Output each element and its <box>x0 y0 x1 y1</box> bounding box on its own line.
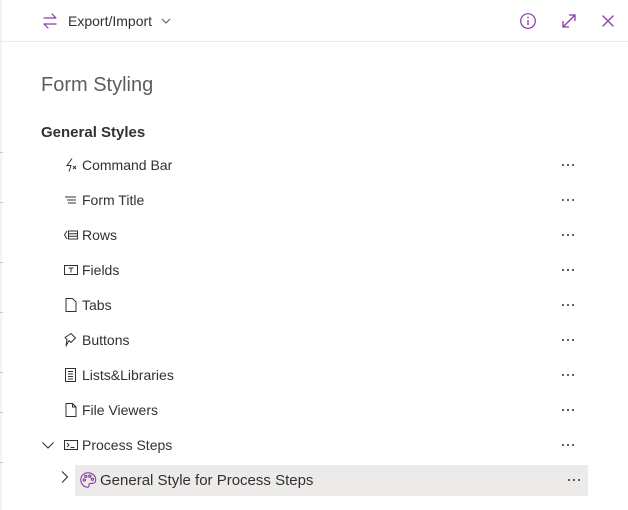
chevron-right-icon[interactable] <box>58 470 70 484</box>
file-icon <box>65 403 77 417</box>
style-item-label: Process Steps <box>82 437 173 453</box>
more-options-button[interactable] <box>556 153 580 177</box>
style-item-form-title[interactable]: Form Title <box>41 185 588 215</box>
style-item-buttons[interactable]: Buttons <box>41 325 588 355</box>
more-options-button[interactable] <box>562 468 586 492</box>
ellipsis-icon <box>562 234 574 236</box>
close-button[interactable] <box>597 10 619 32</box>
style-item-label: File Viewers <box>82 402 158 418</box>
tab-page-icon <box>65 298 77 312</box>
more-options-button[interactable] <box>556 258 580 282</box>
left-edge-tick <box>0 412 3 413</box>
ellipsis-icon <box>562 199 574 201</box>
process-steps-icon <box>64 440 78 450</box>
more-options-button[interactable] <box>556 188 580 212</box>
ellipsis-icon <box>562 409 574 411</box>
left-edge-tick <box>0 152 3 153</box>
export-import-label: Export/Import <box>68 13 153 29</box>
swap-arrows-icon <box>43 13 57 29</box>
more-options-button[interactable] <box>556 223 580 247</box>
style-item-fields[interactable]: Fields <box>41 255 588 285</box>
style-item-tabs[interactable]: Tabs <box>41 290 588 320</box>
style-item-label: Command Bar <box>82 157 173 173</box>
left-edge-tick <box>0 462 3 463</box>
sub-item-label: General Style for Process Steps <box>100 472 314 489</box>
export-import-button[interactable]: Export/Import <box>40 8 172 34</box>
ellipsis-icon <box>562 339 574 341</box>
title-lines-icon <box>65 196 76 204</box>
ellipsis-icon <box>568 479 580 481</box>
text-field-icon <box>64 265 78 275</box>
style-item-general-style-process-steps[interactable]: General Style for Process Steps <box>75 465 588 496</box>
expand-button[interactable] <box>558 10 580 32</box>
more-options-button[interactable] <box>556 328 580 352</box>
style-item-file-viewers[interactable]: File Viewers <box>41 395 588 425</box>
ellipsis-icon <box>562 164 574 166</box>
style-item-label: Lists&Libraries <box>82 367 174 383</box>
ellipsis-icon <box>562 304 574 306</box>
button-pointer-icon <box>64 333 76 347</box>
left-edge-tick <box>0 372 3 373</box>
style-item-label: Buttons <box>82 332 130 348</box>
page-title: Form Styling <box>41 74 154 96</box>
left-edge-tick <box>0 202 3 203</box>
chevron-down-icon[interactable] <box>41 438 55 452</box>
expand-icon <box>562 14 576 28</box>
form-styling-panel: Export/Import Form Styling General Style… <box>0 0 628 510</box>
more-options-button[interactable] <box>556 293 580 317</box>
lightning-command-icon <box>66 158 77 172</box>
left-edge-tick <box>0 262 3 263</box>
list-document-icon <box>65 368 76 382</box>
section-title-general-styles: General Styles <box>41 124 146 141</box>
style-item-label: Form Title <box>82 192 145 208</box>
ellipsis-icon <box>562 444 574 446</box>
ellipsis-icon <box>562 269 574 271</box>
info-icon <box>520 13 536 29</box>
style-item-label: Rows <box>82 227 118 243</box>
more-options-button[interactable] <box>556 398 580 422</box>
ellipsis-icon <box>562 374 574 376</box>
style-item-lists-libraries[interactable]: Lists&Libraries <box>41 360 588 390</box>
panel-toolbar: Export/Import <box>0 0 628 42</box>
info-button[interactable] <box>517 10 539 32</box>
rows-icon <box>63 230 78 240</box>
palette-icon <box>80 472 97 488</box>
left-edge-border <box>0 0 2 510</box>
more-options-button[interactable] <box>556 363 580 387</box>
close-icon <box>602 15 614 27</box>
style-item-process-steps[interactable]: Process Steps <box>41 430 588 460</box>
chevron-down-icon <box>161 18 171 24</box>
style-item-label: Fields <box>82 262 120 278</box>
left-edge-tick <box>0 312 3 313</box>
style-item-label: Tabs <box>82 297 112 313</box>
style-item-command-bar[interactable]: Command Bar <box>41 150 588 180</box>
style-item-rows[interactable]: Rows <box>41 220 588 250</box>
more-options-button[interactable] <box>556 433 580 457</box>
